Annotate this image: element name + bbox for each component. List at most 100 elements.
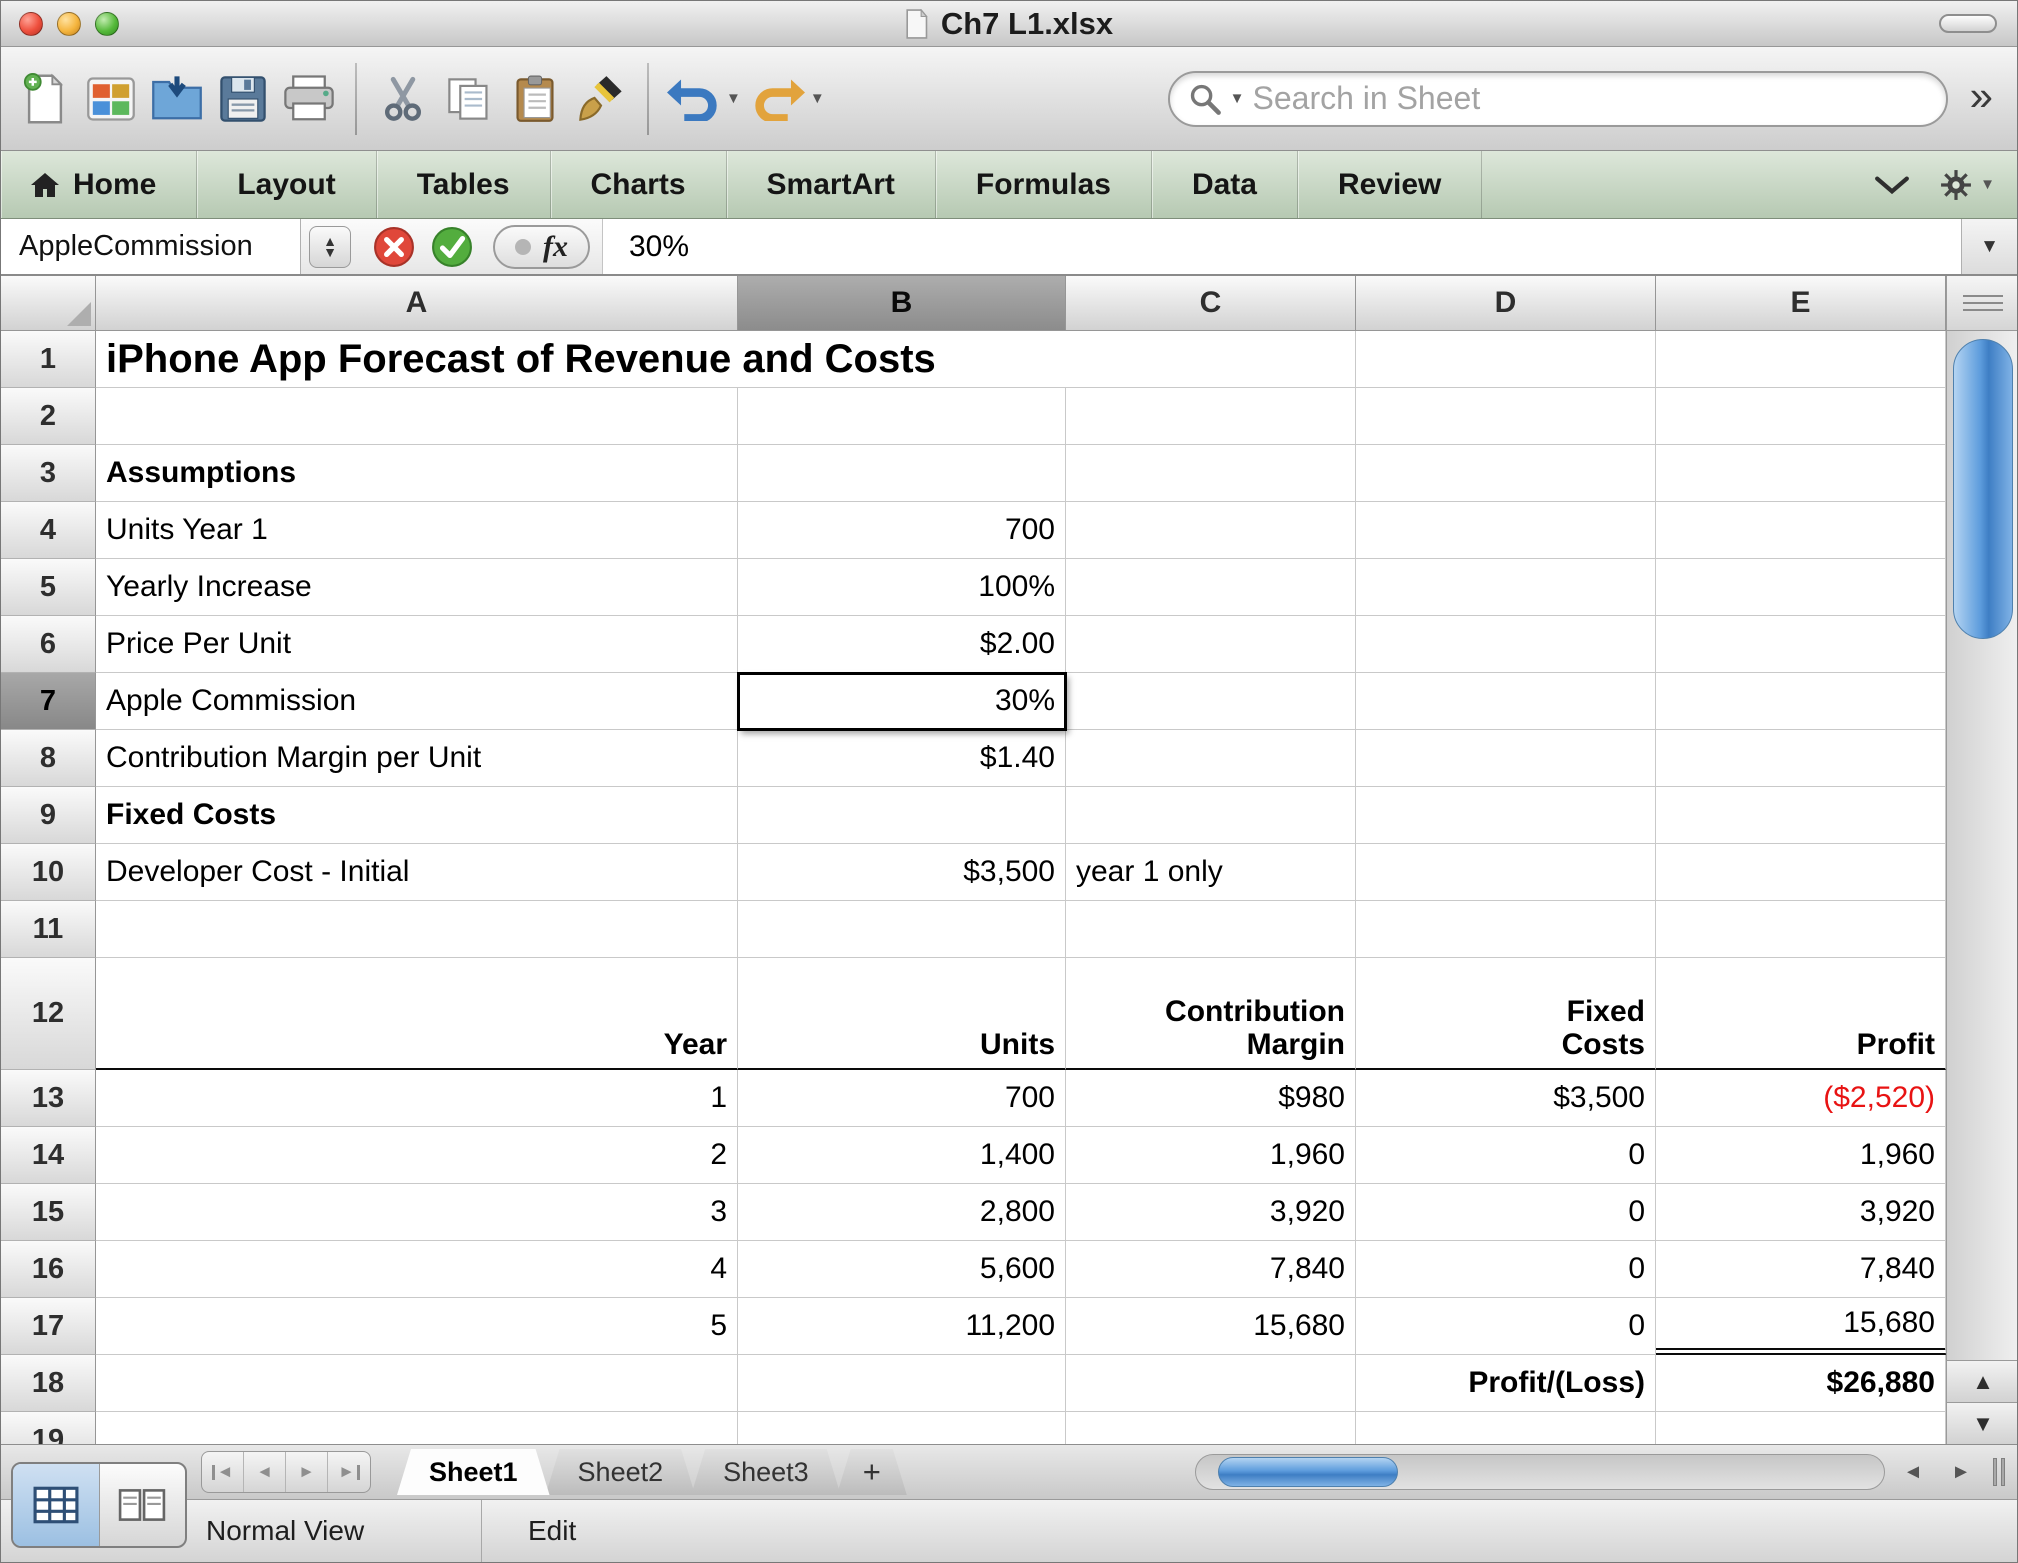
cell-C15[interactable]: 3,920 <box>1066 1184 1356 1241</box>
cell-D3[interactable] <box>1356 445 1656 502</box>
cell-B6[interactable]: $2.00 <box>738 616 1066 673</box>
cell-E17[interactable]: 15,680 <box>1656 1298 1946 1355</box>
cell-C11[interactable] <box>1066 901 1356 958</box>
tab-formulas[interactable]: Formulas <box>936 151 1152 218</box>
copy-button[interactable] <box>441 58 497 140</box>
cell-A19[interactable] <box>96 1412 738 1444</box>
cell-E15[interactable]: 3,920 <box>1656 1184 1946 1241</box>
cancel-button[interactable] <box>373 226 415 268</box>
col-header-B[interactable]: B <box>738 276 1066 331</box>
cell-C7[interactable] <box>1066 673 1356 730</box>
sheet-tab-sheet1[interactable]: Sheet1 <box>397 1449 550 1495</box>
cell-A14[interactable]: 2 <box>96 1127 738 1184</box>
cell-D11[interactable] <box>1356 901 1656 958</box>
row-header-9[interactable]: 9 <box>1 787 96 844</box>
cell-E12[interactable]: Profit <box>1656 958 1946 1070</box>
search-field[interactable]: ▼ <box>1167 70 1948 127</box>
sheet-tab-sheet3[interactable]: Sheet3 <box>691 1449 841 1495</box>
cell-B13[interactable]: 700 <box>738 1070 1066 1127</box>
cell-B11[interactable] <box>738 901 1066 958</box>
row-header-7[interactable]: 7 <box>1 673 96 730</box>
undo-button[interactable]: ▼ <box>667 58 741 140</box>
next-sheet-button[interactable]: ► <box>286 1452 328 1492</box>
row-header-6[interactable]: 6 <box>1 616 96 673</box>
cell-A18[interactable] <box>96 1355 738 1412</box>
horizontal-scroll-track[interactable] <box>1195 1454 1885 1490</box>
cell-B5[interactable]: 100% <box>738 559 1066 616</box>
cell-A2[interactable] <box>96 388 738 445</box>
cell-A5[interactable]: Yearly Increase <box>96 559 738 616</box>
row-header-5[interactable]: 5 <box>1 559 96 616</box>
cell-A10[interactable]: Developer Cost - Initial <box>96 844 738 901</box>
cell-D10[interactable] <box>1356 844 1656 901</box>
col-header-A[interactable]: A <box>96 276 738 331</box>
cell-E7[interactable] <box>1656 673 1946 730</box>
cell-C8[interactable] <box>1066 730 1356 787</box>
cell-D8[interactable] <box>1356 730 1656 787</box>
tab-data[interactable]: Data <box>1152 151 1298 218</box>
cell-E14[interactable]: 1,960 <box>1656 1127 1946 1184</box>
search-input[interactable] <box>1252 80 1928 117</box>
toolbar-toggle-pill[interactable] <box>1939 14 1997 33</box>
col-header-E[interactable]: E <box>1656 276 1946 331</box>
cell-E6[interactable] <box>1656 616 1946 673</box>
cell-B3[interactable] <box>738 445 1066 502</box>
new-workbook-button[interactable] <box>17 58 73 140</box>
cell-B10[interactable]: $3,500 <box>738 844 1066 901</box>
insert-function-button[interactable]: fx <box>493 224 590 269</box>
cell-A12[interactable]: Year <box>96 958 738 1070</box>
redo-dropdown-arrow[interactable]: ▼ <box>810 90 825 107</box>
last-sheet-button[interactable]: ► <box>328 1452 370 1492</box>
cell-C17[interactable]: 15,680 <box>1066 1298 1356 1355</box>
select-all-corner[interactable] <box>1 276 96 331</box>
cell-A6[interactable]: Price Per Unit <box>96 616 738 673</box>
cell-A3[interactable]: Assumptions <box>96 445 738 502</box>
cell-C3[interactable] <box>1066 445 1356 502</box>
cell-D18[interactable]: Profit/(Loss) <box>1356 1355 1656 1412</box>
cell-B2[interactable] <box>738 388 1066 445</box>
cell-B15[interactable]: 2,800 <box>738 1184 1066 1241</box>
split-handle[interactable] <box>1947 276 2017 331</box>
undo-dropdown-arrow[interactable]: ▼ <box>726 90 741 107</box>
cell-E3[interactable] <box>1656 445 1946 502</box>
scroll-down-button[interactable]: ▼ <box>1947 1402 2017 1444</box>
cell-C14[interactable]: 1,960 <box>1066 1127 1356 1184</box>
cell-E1[interactable] <box>1656 331 1946 388</box>
row-header-8[interactable]: 8 <box>1 730 96 787</box>
cell-B19[interactable] <box>738 1412 1066 1444</box>
format-painter-button[interactable] <box>573 58 629 140</box>
cell-D9[interactable] <box>1356 787 1656 844</box>
cell-D13[interactable]: $3,500 <box>1356 1070 1656 1127</box>
open-button[interactable] <box>149 58 205 140</box>
cell-E19[interactable] <box>1656 1412 1946 1444</box>
row-header-15[interactable]: 15 <box>1 1184 96 1241</box>
paste-button[interactable] <box>507 58 563 140</box>
cell-C19[interactable] <box>1066 1412 1356 1444</box>
cell-A4[interactable]: Units Year 1 <box>96 502 738 559</box>
cell-B8[interactable]: $1.40 <box>738 730 1066 787</box>
horizontal-scroll-thumb[interactable] <box>1218 1457 1398 1487</box>
formula-input[interactable]: 30% <box>602 219 1961 274</box>
horizontal-split-handle[interactable] <box>1989 1452 2009 1492</box>
cell-B7[interactable]: 30% <box>737 672 1067 731</box>
cell-E13[interactable]: ($2,520) <box>1656 1070 1946 1127</box>
cell-C5[interactable] <box>1066 559 1356 616</box>
previous-sheet-button[interactable]: ◄ <box>244 1452 286 1492</box>
scroll-left-button[interactable]: ◄ <box>1893 1452 1933 1492</box>
cell-C18[interactable] <box>1066 1355 1356 1412</box>
cut-button[interactable] <box>375 58 431 140</box>
row-header-1[interactable]: 1 <box>1 331 96 388</box>
vertical-scroll-thumb[interactable] <box>1953 339 2013 639</box>
cell-B4[interactable]: 700 <box>738 502 1066 559</box>
zoom-button[interactable] <box>95 11 119 36</box>
ribbon-collapse-button[interactable] <box>1874 175 1910 195</box>
cell-E16[interactable]: 7,840 <box>1656 1241 1946 1298</box>
cell-E4[interactable] <box>1656 502 1946 559</box>
cell-D2[interactable] <box>1356 388 1656 445</box>
first-sheet-button[interactable]: ◄ <box>202 1452 244 1492</box>
tab-review[interactable]: Review <box>1298 151 1483 218</box>
cell-D5[interactable] <box>1356 559 1656 616</box>
cell-D4[interactable] <box>1356 502 1656 559</box>
row-header-12[interactable]: 12 <box>1 958 96 1070</box>
row-header-14[interactable]: 14 <box>1 1127 96 1184</box>
